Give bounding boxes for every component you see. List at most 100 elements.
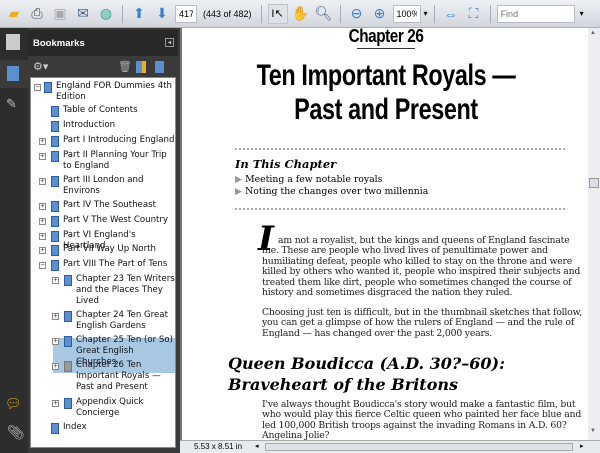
pages-icon[interactable] [6,34,20,50]
bookmark-item[interactable]: Chapter 23 Ten Writers and the Places Th… [76,274,175,307]
divider [433,4,435,23]
scroll-left-icon[interactable]: ◂ [255,441,259,453]
bookmark-item[interactable]: Index [63,422,175,433]
comments-icon[interactable]: 💬︎ [5,396,22,412]
web-icon[interactable]: ◍ [96,4,116,24]
expand-toggle[interactable]: + [52,313,59,320]
collapse-panel-button[interactable]: ◂ [165,38,174,47]
expand-toggle[interactable]: + [39,178,46,185]
status-bar: 5.53 x 8.51 in ◂ ▸ [180,440,600,453]
bookmark-item[interactable]: Part I Introducing England [63,135,175,146]
zoom-tool-icon[interactable]: 🔍︎ [314,4,334,24]
divider [339,4,341,23]
bookmarks-tree: − England FOR Dummies 4th Edition Table of… [30,77,176,448]
bookmarks-tab[interactable] [0,60,28,88]
signatures-icon[interactable]: ✎ [6,96,17,112]
bookmark-icon [51,231,59,242]
email-icon[interactable]: ✉ [73,4,93,24]
options-gear-icon[interactable]: ⚙▾ [33,60,48,73]
bookmark-icon [51,245,59,256]
dotted-divider [235,148,565,150]
scroll-up-icon[interactable]: ▲ [590,30,596,36]
expand-toggle[interactable]: + [39,203,46,210]
bookmark-icon [51,151,59,162]
title-line-2: Past and Present [294,93,478,126]
page-number-input[interactable] [175,4,197,23]
bookmark-item[interactable]: Part V The West Country [63,215,175,226]
bookmark-icon [64,361,72,372]
bookmark-item[interactable]: Part IV The Southeast [63,200,175,211]
expand-toggle[interactable]: − [34,84,41,91]
bookmark-icon [51,136,59,147]
bookmark-icon [51,176,59,187]
bookmark-icon [64,398,72,409]
bookmark-item[interactable]: Part VIII The Part of Tens [63,259,175,270]
bookmark-icon [44,82,52,93]
next-page-icon[interactable]: ⬇ [152,4,172,24]
hand-tool-icon[interactable]: ✋ [291,4,311,24]
bookmark-item[interactable]: Chapter 24 Ten Great English Gardens [76,310,175,332]
toolbar: ▰ ⎙ ▣ ✉ ◍ ⬆ ⬇ (443 of 482) I↖ ✋ 🔍︎ ⊖ ⊕ ▾… [0,0,600,28]
expand-toggle[interactable]: + [39,153,46,160]
expand-bookmark-icon[interactable] [155,61,164,73]
bullet-item: ▶ Meeting a few notable royals [235,174,383,185]
title-line-1: Ten Important Royals — [256,59,516,92]
select-text-icon[interactable]: I↖ [267,3,288,24]
bookmark-icon [64,311,72,322]
find-input[interactable] [496,4,575,23]
section-heading-line-2: Braveheart of the Britons [228,375,458,394]
print-icon[interactable]: ⎙ [27,4,47,24]
bookmark-icon [7,66,19,81]
navigation-pane-strip: ✎ 💬︎ 📎︎ [0,28,28,453]
section-heading: Queen Boudicca (A.D. 30?–60): Braveheart… [228,353,505,395]
expand-toggle[interactable]: + [39,247,46,254]
expand-toggle[interactable]: − [39,262,46,269]
expand-toggle[interactable]: + [39,218,46,225]
bookmark-icon [51,216,59,227]
bookmark-icon [51,260,59,271]
bookmark-item[interactable]: Table of Contents [63,105,175,116]
document-page: Chapter 26 Ten Important Royals — Past a… [180,28,588,440]
previous-page-icon[interactable]: ⬆ [129,4,149,24]
expand-toggle[interactable]: + [52,363,59,370]
find-dropdown-icon[interactable]: ▾ [580,9,584,18]
attachments-icon[interactable]: 📎︎ [7,424,25,441]
expand-toggle[interactable]: + [39,138,46,145]
expand-toggle[interactable]: + [52,400,59,407]
section-heading-line-1: Queen Boudicca (A.D. 30?–60): [228,354,506,373]
bookmark-item[interactable]: Part VII Way Up North [63,244,175,255]
scroll-thumb[interactable] [589,178,599,188]
bookmark-item[interactable]: Chapter 26 Ten Important Royals —Past an… [76,360,175,393]
scroll-down-icon[interactable]: ▼ [590,428,596,434]
divider [122,4,123,23]
zoom-out-icon[interactable]: ⊖ [347,4,367,24]
bookmark-item[interactable]: Introduction [63,120,175,131]
expand-toggle[interactable]: + [52,277,59,284]
horizontal-scrollbar[interactable] [265,443,573,451]
new-bookmark-icon[interactable] [136,61,146,73]
open-folder-icon[interactable]: ▰ [4,4,24,24]
delete-bookmark-icon[interactable]: 🗑︎ [118,60,132,73]
bookmark-item[interactable]: Part II Planning Your Trip to England [63,150,175,172]
bookmarks-title: Bookmarks [33,38,85,49]
expand-toggle[interactable]: + [52,338,59,345]
bookmark-item[interactable]: England FOR Dummies 4th Edition [56,81,175,103]
scroll-right-icon[interactable]: ▸ [580,441,584,453]
fit-width-icon[interactable]: ⇔ [441,4,461,24]
zoom-input[interactable] [392,4,421,23]
chapter-label: Chapter 26 [348,28,424,46]
bookmark-icon [51,121,59,132]
chapter-title: Ten Important Royals — Past and Present [227,59,545,127]
save-icon[interactable]: ▣ [50,4,70,24]
vertical-scrollbar[interactable]: ▲ ▼ [588,28,600,440]
bookmark-icon [51,106,59,117]
fit-page-icon[interactable]: ⛶ [464,4,484,24]
page-count: (443 of 482) [203,8,252,19]
zoom-in-icon[interactable]: ⊕ [370,4,390,24]
bookmark-item[interactable]: Part III London and Environs [63,175,175,197]
expand-toggle[interactable]: + [39,233,46,240]
bookmark-item[interactable]: Appendix Quick Concierge [76,397,175,419]
divider [260,4,262,23]
zoom-dropdown-icon[interactable]: ▾ [424,9,428,18]
bookmarks-toolbar: ⚙▾ 🗑︎ [28,58,178,76]
